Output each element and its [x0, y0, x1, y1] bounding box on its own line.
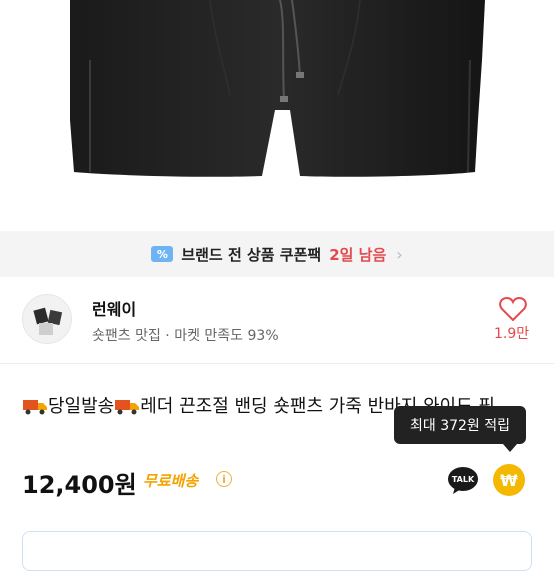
- tooltip-tail: [503, 444, 517, 452]
- shop-name[interactable]: 런웨이: [92, 296, 136, 320]
- truck-icon: [23, 400, 47, 415]
- heart-icon[interactable]: [499, 296, 527, 322]
- product-price: 12,400원: [22, 471, 137, 499]
- shorts-photo: [70, 0, 485, 177]
- option-selector[interactable]: [22, 531, 532, 571]
- point-won-icon[interactable]: ₩: [493, 464, 525, 496]
- coupon-text: 브랜드 전 상품 쿠폰팩: [181, 245, 322, 264]
- info-icon[interactable]: i: [216, 471, 232, 487]
- shop-section: [0, 277, 554, 364]
- coupon-percent-icon: %: [151, 246, 174, 262]
- talk-chat-icon[interactable]: TALK: [447, 465, 479, 495]
- shop-avatar[interactable]: [22, 294, 72, 344]
- point-tooltip: 최대 372원 적립: [394, 406, 526, 444]
- product-title-lead: 당일발송: [48, 396, 115, 417]
- product-image[interactable]: [0, 0, 554, 230]
- free-shipping-label: 무료배송: [143, 472, 199, 490]
- like-count: 1.9만: [494, 326, 530, 342]
- coupon-banner[interactable]: % 브랜드 전 상품 쿠폰팩 2일 남음 ›: [0, 231, 554, 277]
- chevron-right-icon: ›: [396, 244, 403, 264]
- truck-icon: [115, 400, 140, 415]
- talk-label: TALK: [452, 475, 475, 484]
- coupon-deadline: 2일 남음: [329, 245, 387, 264]
- shop-subtitle: 숏팬츠 맛집 · 마켓 만족도 93%: [92, 328, 279, 344]
